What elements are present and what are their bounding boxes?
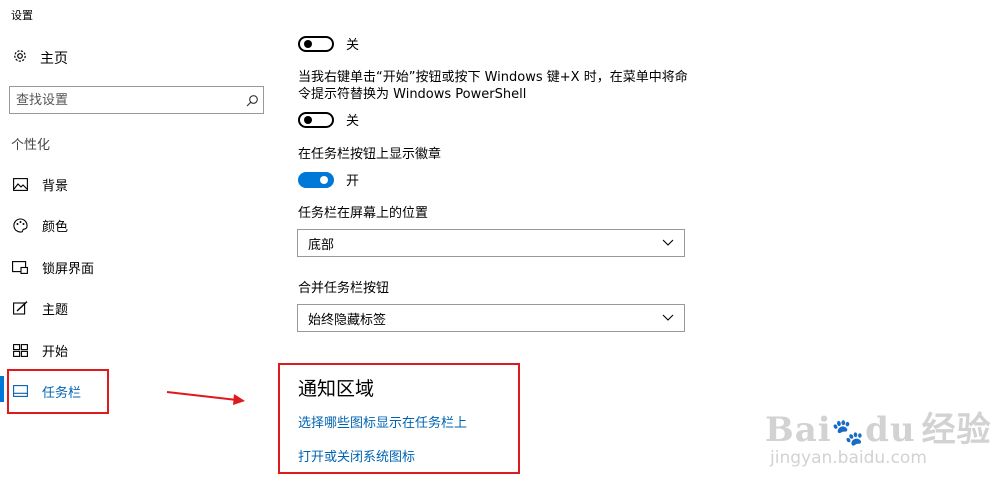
- toggle-state-3: 开: [346, 174, 360, 189]
- combine-buttons-value: 始终隐藏标签: [308, 312, 387, 328]
- window-title: 设置: [11, 9, 33, 22]
- baidu-watermark-logo: Bai🐾du 经验: [765, 410, 992, 450]
- chevron-down-icon: [662, 236, 674, 251]
- sidebar-item-label: 主题: [42, 302, 69, 318]
- theme-icon: [12, 300, 28, 316]
- sidebar-home-label: 主页: [40, 51, 68, 67]
- chevron-down-icon: [662, 311, 674, 326]
- sidebar-item-label: 开始: [42, 344, 69, 360]
- paw-icon: 🐾: [831, 418, 866, 448]
- gear-icon: [12, 48, 28, 68]
- badges-setting-label: 在任务栏按钮上显示徽章: [298, 147, 442, 162]
- notification-area-title: 通知区域: [298, 378, 375, 400]
- taskbar-position-label: 任务栏在屏幕上的位置: [298, 206, 429, 221]
- toggle-row-3: 开: [298, 170, 359, 189]
- lockscreen-icon: [12, 259, 28, 275]
- system-icons-link[interactable]: 打开或关闭系统图标: [298, 446, 415, 465]
- taskbar-position-value: 底部: [308, 237, 335, 253]
- start-icon: [12, 342, 28, 358]
- sidebar-item-background[interactable]: 背景: [12, 173, 68, 195]
- combine-buttons-label: 合并任务栏按钮: [298, 281, 390, 296]
- annotation-arrow-icon: [166, 391, 245, 405]
- selection-indicator: [0, 376, 4, 402]
- sidebar-item-colors[interactable]: 颜色: [12, 214, 68, 236]
- sidebar-item-label: 背景: [42, 178, 69, 194]
- sidebar-item-label: 锁屏界面: [42, 261, 95, 277]
- toggle-state-2: 关: [346, 114, 360, 129]
- toggle-switch-1[interactable]: [298, 35, 334, 52]
- powershell-setting-label: 当我右键单击“开始”按钮或按下 Windows 键+X 时，在菜单中将命令提示符…: [298, 70, 688, 102]
- sidebar-item-label: 颜色: [42, 219, 69, 235]
- picture-icon: [12, 176, 28, 192]
- sidebar-item-start[interactable]: 开始: [12, 339, 68, 361]
- baidu-watermark-url: jingyan.baidu.com: [770, 448, 927, 468]
- taskbar-position-dropdown[interactable]: 底部: [297, 229, 685, 257]
- annotation-box-sidebar: [7, 369, 109, 414]
- sidebar-section-header: 个性化: [11, 138, 51, 153]
- sidebar-home[interactable]: 主页: [12, 48, 68, 68]
- palette-icon: [12, 217, 28, 233]
- badges-toggle[interactable]: [298, 171, 334, 188]
- toggle-state-1: 关: [346, 38, 360, 53]
- search-input[interactable]: [10, 88, 241, 112]
- search-box[interactable]: [9, 86, 264, 114]
- sidebar-item-themes[interactable]: 主题: [12, 297, 68, 319]
- toggle-row-1: 关: [298, 34, 359, 53]
- select-taskbar-icons-link[interactable]: 选择哪些图标显示在任务栏上: [298, 412, 467, 431]
- sidebar-item-lockscreen[interactable]: 锁屏界面: [12, 256, 94, 278]
- powershell-toggle[interactable]: [298, 111, 334, 128]
- toggle-row-2: 关: [298, 110, 359, 129]
- search-icon[interactable]: [241, 94, 263, 107]
- combine-buttons-dropdown[interactable]: 始终隐藏标签: [297, 304, 685, 332]
